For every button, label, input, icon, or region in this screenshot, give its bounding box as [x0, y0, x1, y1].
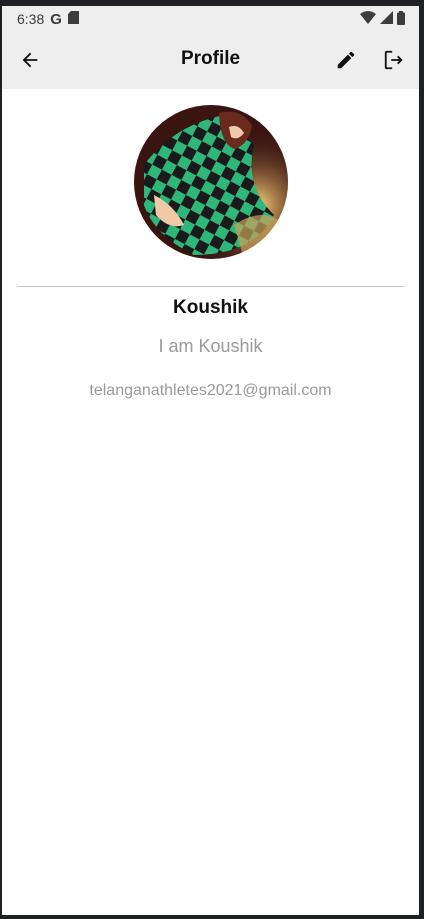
edit-pencil-icon: [337, 51, 355, 69]
sd-card-icon: [67, 11, 79, 27]
edit-profile-button[interactable]: [332, 46, 360, 74]
profile-email: telanganathletes2021@gmail.com: [89, 382, 332, 399]
logout-button[interactable]: [380, 46, 408, 74]
avatar-image: [134, 105, 288, 259]
profile-avatar[interactable]: [134, 105, 288, 259]
battery-icon: [397, 10, 405, 28]
divider: [17, 286, 404, 287]
status-time: 6:38: [17, 11, 45, 27]
logout-icon: [384, 50, 403, 70]
google-icon: G: [50, 10, 62, 28]
profile-bio: I am Koushik: [158, 336, 263, 356]
screen: 6:38 G Profile Koushik I am Koushik tela…: [0, 0, 424, 919]
app-bar: Profile: [2, 32, 419, 89]
status-bar: 6:38 G: [2, 6, 419, 32]
signal-icon: [380, 11, 393, 27]
wifi-icon: [360, 11, 376, 27]
profile-name: Koushik: [173, 297, 248, 318]
